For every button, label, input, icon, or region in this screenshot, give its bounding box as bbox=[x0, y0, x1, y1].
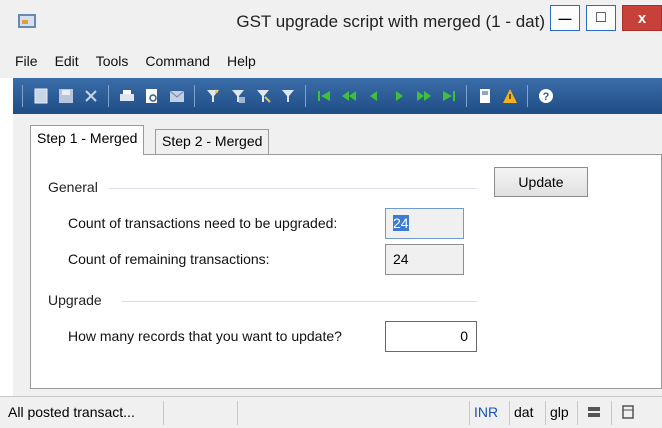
close-icon: x bbox=[637, 9, 647, 27]
first-record-icon[interactable] bbox=[314, 87, 333, 106]
print-icon[interactable] bbox=[117, 87, 136, 106]
records-to-update-label: How many records that you want to update… bbox=[68, 328, 342, 344]
status-empty-cell-2 bbox=[238, 401, 470, 425]
form-content: Step 1 - Merged Step 2 - Merged General … bbox=[13, 114, 662, 396]
print-preview-icon[interactable] bbox=[142, 87, 161, 106]
new-record-icon[interactable] bbox=[31, 87, 50, 106]
status-empty-cell bbox=[164, 401, 238, 425]
attachments-icon[interactable] bbox=[475, 87, 494, 106]
menu-help[interactable]: Help bbox=[227, 53, 256, 69]
status-bar: All posted transact... INR dat glp bbox=[0, 396, 662, 428]
title-bar: GST upgrade script with merged (1 - dat)… bbox=[0, 0, 662, 44]
next-page-icon[interactable] bbox=[414, 87, 433, 106]
toolbar-separator bbox=[108, 85, 109, 107]
last-record-icon[interactable] bbox=[439, 87, 458, 106]
count-upgrade-field[interactable]: 24 bbox=[385, 208, 464, 239]
menu-edit[interactable]: Edit bbox=[55, 53, 79, 69]
status-message: All posted transact... bbox=[4, 401, 164, 425]
status-layer[interactable]: glp bbox=[546, 401, 578, 425]
upgrade-group-divider bbox=[122, 301, 477, 302]
records-to-update-value: 0 bbox=[460, 328, 468, 344]
toolbar: ? bbox=[13, 78, 662, 114]
toolbar-separator bbox=[194, 85, 195, 107]
filter-by-selection-icon[interactable] bbox=[203, 87, 222, 106]
menu-tools[interactable]: Tools bbox=[96, 53, 129, 69]
delete-icon[interactable] bbox=[81, 87, 100, 106]
count-upgrade-label: Count of transactions need to be upgrade… bbox=[68, 215, 338, 231]
status-session-icon[interactable] bbox=[578, 401, 612, 425]
status-currency[interactable]: INR bbox=[470, 401, 510, 425]
close-button[interactable]: x bbox=[622, 5, 662, 31]
update-button[interactable]: Update bbox=[494, 167, 588, 197]
upgrade-group-title: Upgrade bbox=[48, 292, 102, 308]
toolbar-separator bbox=[466, 85, 467, 107]
general-group-title: General bbox=[48, 179, 98, 195]
minimize-icon: — bbox=[558, 10, 572, 26]
minimize-button[interactable]: — bbox=[550, 5, 580, 31]
svg-text:?: ? bbox=[542, 91, 549, 103]
count-remaining-field[interactable]: 24 bbox=[385, 244, 464, 275]
menu-command[interactable]: Command bbox=[145, 53, 210, 69]
records-to-update-input[interactable]: 0 bbox=[385, 321, 477, 352]
menu-file[interactable]: File bbox=[15, 53, 38, 69]
email-icon[interactable] bbox=[167, 87, 186, 106]
previous-page-icon[interactable] bbox=[339, 87, 358, 106]
tab-step-1-merged[interactable]: Step 1 - Merged bbox=[30, 125, 145, 155]
count-remaining-label: Count of remaining transactions: bbox=[68, 251, 270, 267]
toolbar-separator bbox=[305, 85, 306, 107]
next-record-icon[interactable] bbox=[389, 87, 408, 106]
alerts-icon[interactable] bbox=[500, 87, 519, 106]
toolbar-separator bbox=[22, 85, 23, 107]
save-icon[interactable] bbox=[56, 87, 75, 106]
status-company[interactable]: dat bbox=[510, 401, 546, 425]
toolbar-separator bbox=[527, 85, 528, 107]
help-icon[interactable]: ? bbox=[536, 87, 555, 106]
advanced-filter-icon[interactable] bbox=[253, 87, 272, 106]
remove-filter-icon[interactable] bbox=[278, 87, 297, 106]
maximize-icon: □ bbox=[596, 9, 606, 26]
menu-bar: File Edit Tools Command Help bbox=[0, 44, 662, 78]
previous-record-icon[interactable] bbox=[364, 87, 383, 106]
window-title: GST upgrade script with merged (1 - dat) bbox=[236, 12, 545, 31]
count-upgrade-value: 24 bbox=[393, 215, 409, 231]
maximize-button[interactable]: □ bbox=[586, 5, 616, 31]
status-database-icon[interactable] bbox=[612, 401, 646, 425]
count-remaining-value: 24 bbox=[393, 251, 409, 267]
tab-step-2-merged[interactable]: Step 2 - Merged bbox=[155, 129, 270, 155]
general-group-divider bbox=[109, 188, 477, 189]
filter-by-grid-icon[interactable] bbox=[228, 87, 247, 106]
